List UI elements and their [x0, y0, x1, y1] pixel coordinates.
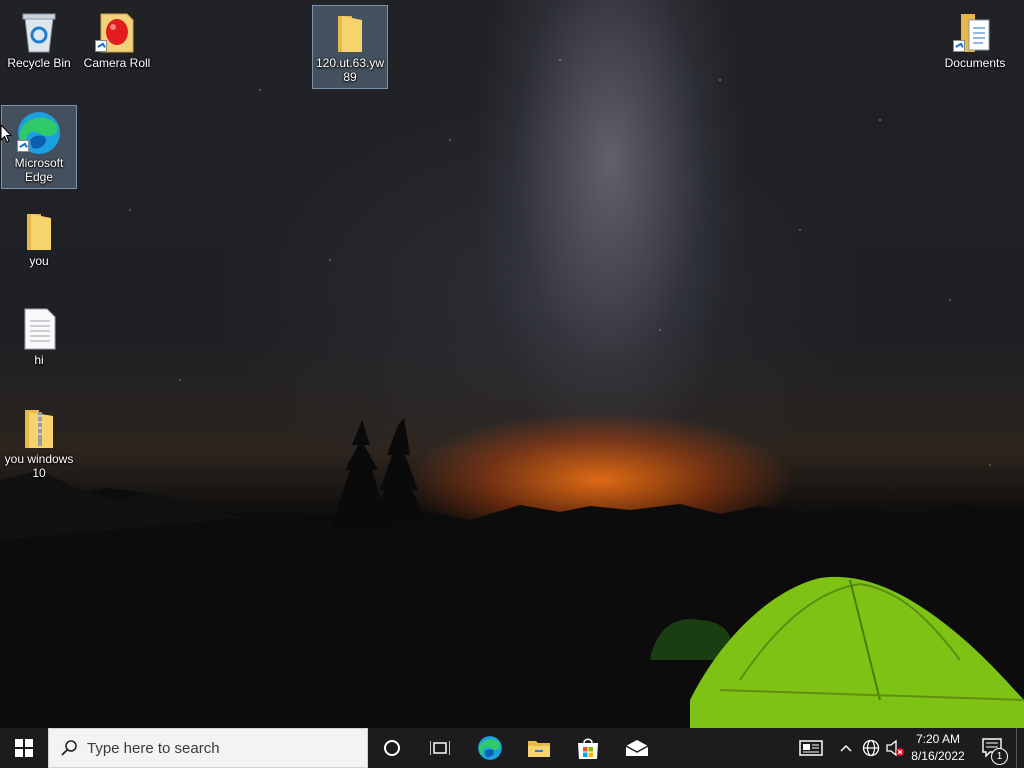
icon-label: Documents	[944, 56, 1006, 70]
volume-button[interactable]	[884, 728, 906, 768]
clock-date: 8/16/2022	[911, 749, 965, 763]
network-button[interactable]	[860, 728, 882, 768]
windows-logo-icon	[15, 739, 33, 757]
search-icon	[61, 740, 77, 756]
shortcut-arrow-icon	[17, 140, 29, 152]
show-desktop-button[interactable]	[1016, 728, 1024, 768]
you-folder-desktop-icon[interactable]: you	[1, 204, 77, 268]
task-view-button[interactable]	[416, 728, 464, 768]
news-icon	[799, 740, 823, 756]
zip-folder-icon	[25, 410, 53, 448]
chevron-up-icon	[840, 744, 852, 752]
file-explorer-button[interactable]	[515, 728, 563, 768]
landscape-silhouette	[0, 418, 1024, 728]
volume-muted-icon	[886, 739, 904, 757]
text-document-icon	[24, 308, 56, 350]
microsoft-edge-desktop-icon[interactable]: Microsoft Edge	[1, 105, 77, 189]
recycle-bin-desktop-icon[interactable]: Recycle Bin	[1, 6, 77, 70]
start-button[interactable]	[0, 728, 48, 768]
taskbar-search-box[interactable]: Type here to search	[48, 728, 368, 768]
task-view-icon	[430, 741, 450, 755]
hi-text-file-desktop-icon[interactable]: hi	[1, 303, 77, 367]
icon-label: you windows 10	[4, 452, 74, 480]
show-hidden-icons-button[interactable]	[836, 728, 856, 768]
mouse-cursor-icon	[0, 124, 12, 143]
icon-label: you	[29, 254, 49, 268]
cortana-button[interactable]	[368, 728, 416, 768]
shortcut-arrow-icon	[953, 40, 965, 52]
mail-icon	[625, 740, 649, 756]
clock-time: 7:20 AM	[915, 732, 961, 746]
icon-label: 120.ut.63.yw89	[315, 56, 385, 84]
folder-icon	[338, 16, 362, 52]
icon-label: hi	[34, 353, 44, 367]
taskbar-clock[interactable]: 7:20 AM 8/16/2022	[906, 731, 970, 765]
search-placeholder: Type here to search	[87, 739, 220, 757]
microsoft-store-button[interactable]	[564, 728, 612, 768]
mail-button[interactable]	[613, 728, 661, 768]
cortana-icon	[384, 740, 400, 756]
file-explorer-icon	[528, 741, 550, 757]
edge-icon	[478, 736, 502, 760]
taskbar: Type here to search 7:20 AM 8/16/2022 1	[0, 728, 1024, 768]
recycle-bin-icon	[22, 13, 56, 53]
globe-network-icon	[862, 739, 880, 757]
shortcut-arrow-icon	[95, 40, 107, 52]
notification-count-badge: 1	[991, 748, 1008, 765]
taskbar-edge-button[interactable]	[466, 728, 514, 768]
desktop-background: Recycle Bin Camera Roll 120.ut.63.yw89 D…	[0, 0, 1024, 728]
icon-label: Camera Roll	[83, 56, 151, 70]
news-and-interests-button[interactable]	[796, 728, 826, 768]
documents-desktop-icon[interactable]: Documents	[937, 6, 1013, 70]
folder-120-desktop-icon[interactable]: 120.ut.63.yw89	[312, 5, 388, 89]
icon-label: Microsoft Edge	[14, 156, 64, 184]
action-center-button[interactable]: 1	[976, 728, 1010, 768]
you-windows-10-zip-desktop-icon[interactable]: you windows 10	[1, 402, 77, 480]
icon-label: Recycle Bin	[7, 56, 71, 70]
store-icon	[578, 738, 598, 759]
camera-roll-desktop-icon[interactable]: Camera Roll	[79, 6, 155, 70]
folder-icon	[27, 214, 51, 250]
